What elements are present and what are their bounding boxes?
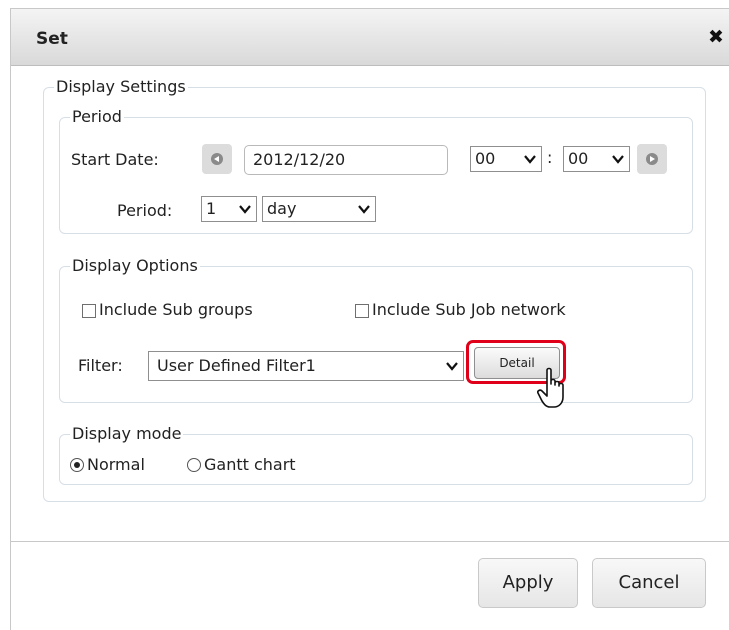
include-sub-groups-checkbox[interactable]	[82, 304, 96, 318]
normal-radio[interactable]	[70, 458, 84, 472]
chevron-down-icon	[238, 203, 252, 215]
start-date-label: Start Date:	[71, 150, 159, 169]
hand-cursor-icon	[537, 367, 571, 411]
hour-select[interactable]: 00	[470, 146, 542, 172]
display-options-legend: Display Options	[72, 256, 198, 275]
display-mode-group: Display mode	[59, 425, 693, 485]
minute-value: 00	[568, 149, 589, 168]
display-settings-legend: Display Settings	[56, 77, 186, 96]
gantt-chart-radio[interactable]	[187, 458, 201, 472]
display-options-group: Display Options	[59, 257, 693, 403]
chevron-down-icon	[357, 203, 371, 215]
time-separator: :	[547, 148, 553, 167]
chevron-down-icon	[523, 153, 537, 165]
next-day-button[interactable]	[637, 144, 667, 174]
period-unit-select[interactable]: day	[262, 196, 376, 222]
include-sub-groups-label[interactable]: Include Sub groups	[99, 300, 253, 319]
period-legend: Period	[72, 107, 122, 126]
period-count-select[interactable]: 1	[201, 196, 257, 222]
period-count-value: 1	[206, 199, 217, 218]
gantt-chart-label[interactable]: Gantt chart	[204, 455, 296, 474]
filter-select[interactable]: User Defined Filter1	[148, 351, 464, 381]
include-sub-job-network-checkbox[interactable]	[355, 304, 369, 318]
prev-day-icon	[211, 153, 223, 165]
dialog-border	[10, 8, 11, 630]
dialog-title: Set	[36, 29, 68, 49]
hour-value: 00	[475, 149, 496, 168]
include-sub-job-network-label[interactable]: Include Sub Job network	[372, 300, 566, 319]
prev-day-button[interactable]	[202, 144, 232, 174]
chevron-down-icon	[445, 360, 459, 372]
cancel-button[interactable]: Cancel	[592, 558, 706, 608]
filter-value: User Defined Filter1	[157, 356, 316, 375]
dialog-titlebar: Set ✖	[11, 9, 729, 66]
normal-label[interactable]: Normal	[87, 455, 145, 474]
minute-select[interactable]: 00	[563, 146, 630, 172]
next-day-icon	[646, 153, 658, 165]
close-icon[interactable]: ✖	[708, 28, 724, 47]
apply-button[interactable]: Apply	[478, 558, 578, 608]
chevron-down-icon	[611, 153, 625, 165]
filter-label: Filter:	[78, 356, 123, 375]
period-unit-value: day	[267, 199, 297, 218]
display-mode-legend: Display mode	[72, 424, 182, 443]
footer-separator	[11, 541, 729, 542]
start-date-input[interactable]: 2012/12/20	[244, 145, 448, 175]
period-label: Period:	[117, 201, 173, 220]
